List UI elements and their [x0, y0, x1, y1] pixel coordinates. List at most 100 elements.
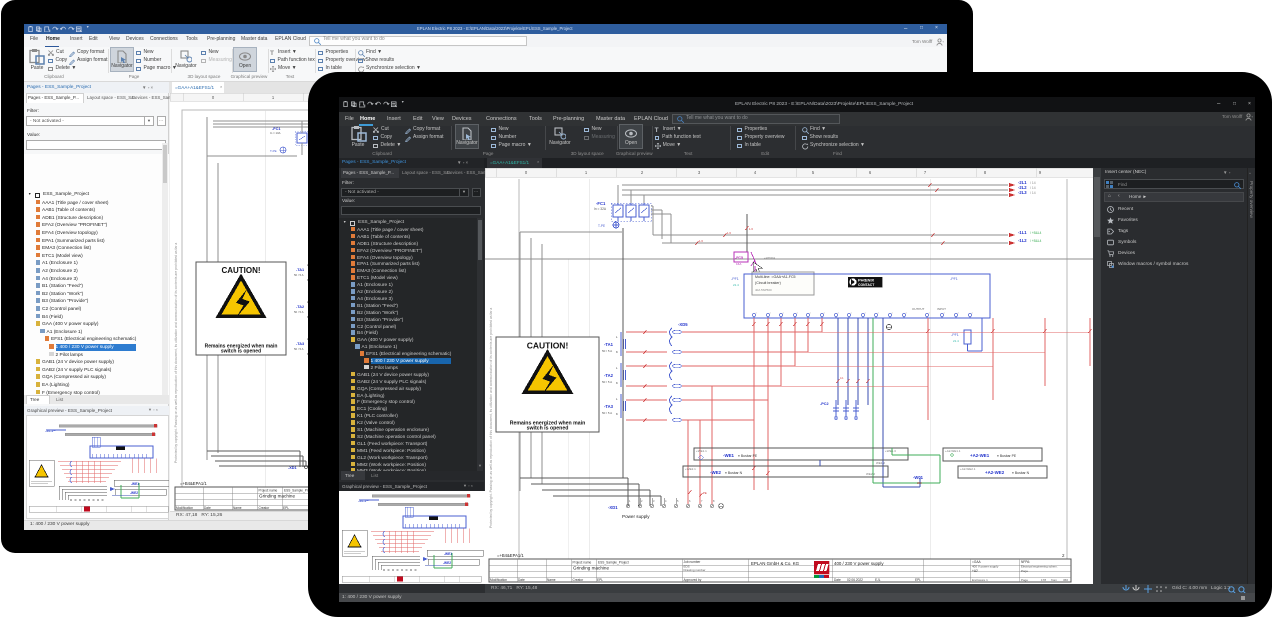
- svg-text:PHŒNIX: PHŒNIX: [858, 278, 875, 283]
- svg-text:Date: Date: [204, 506, 211, 510]
- svg-text:Name: Name: [233, 506, 242, 510]
- svg-text:1: 1: [629, 499, 631, 503]
- svg-text:/ 14: / 14: [1030, 181, 1036, 185]
- svg-text:-XD1: -XD1: [608, 505, 618, 510]
- svg-text:+A2-WE1: +A2-WE1: [970, 453, 990, 458]
- svg-text:1: 1: [958, 313, 960, 315]
- svg-text:40A 5SP500: 40A 5SP500: [755, 288, 772, 292]
- svg-text:Protected by copyright. Passin: Protected by copyright. Passing on as we…: [489, 308, 493, 528]
- svg-text:K: K: [616, 381, 618, 385]
- svg-text:50 / 5 A: 50 / 5 A: [294, 347, 304, 351]
- svg-text:Date: Date: [834, 578, 841, 582]
- svg-text:-WE2: -WE2: [443, 561, 451, 565]
- svg-text:50 / 5 A: 50 / 5 A: [602, 380, 612, 384]
- svg-text:+A2-WE1.1: +A2-WE1.1: [945, 449, 961, 453]
- svg-text:switch is opened: switch is opened: [221, 349, 261, 355]
- svg-text:Name: Name: [547, 578, 556, 582]
- svg-text:Date: Date: [518, 578, 525, 582]
- svg-text:-TA3: -TA3: [604, 404, 614, 409]
- svg-text:1.6: 1.6: [699, 239, 703, 243]
- svg-text:WE1.2: WE1.2: [876, 461, 885, 465]
- svg-text:PE: PE: [703, 491, 707, 495]
- svg-text:≡ Busbar N: ≡ Busbar N: [1012, 471, 1030, 475]
- svg-text:4: 4: [665, 499, 667, 503]
- svg-text:Electrical engineering schem.: Electrical engineering schem.: [1021, 565, 1058, 569]
- svg-text:-FC1: -FC1: [596, 201, 606, 206]
- svg-text:1: 1: [810, 313, 812, 315]
- svg-text:4.1: 4.1: [840, 376, 844, 380]
- svg-text:EPL: EPL: [597, 578, 603, 582]
- svg-text:1: 1: [756, 313, 758, 315]
- svg-text:1: 1: [797, 313, 799, 315]
- svg-text:-FC5: -FC5: [735, 256, 743, 260]
- svg-text:L: L: [616, 397, 618, 401]
- svg-text:=+B4&EPA1/1: =+B4&EPA1/1: [497, 553, 524, 558]
- svg-text:6: 6: [689, 499, 691, 503]
- svg-text:50 / 5 A: 50 / 5 A: [602, 411, 612, 415]
- svg-text:-TA1: -TA1: [604, 342, 614, 347]
- svg-text:1: 1: [892, 313, 894, 315]
- svg-text:/ +B&L4: / +B&L4: [1030, 231, 1042, 235]
- svg-text:1: 1: [906, 313, 908, 315]
- svg-text:EPLAN GmbH & Co. KG: EPLAN GmbH & Co. KG: [751, 561, 800, 566]
- svg-text:1: 1: [851, 313, 853, 315]
- svg-text:K: K: [616, 412, 618, 416]
- svg-text:Job number: Job number: [684, 560, 702, 564]
- svg-text:3: 3: [653, 499, 655, 503]
- svg-text:-WE1: -WE1: [444, 552, 452, 556]
- svg-text:21.4: 21.4: [733, 283, 739, 287]
- svg-text:EJL: EJL: [875, 578, 881, 582]
- svg-text:=GAA: =GAA: [972, 560, 981, 564]
- svg-text:-2L1~: -2L1~: [45, 428, 56, 433]
- svg-text:Grinding machine: Grinding machine: [259, 494, 295, 499]
- svg-text:2: 2: [1062, 553, 1065, 558]
- svg-text:/ 14: / 14: [1030, 186, 1036, 190]
- svg-text:K: K: [616, 350, 618, 354]
- svg-text:from: from: [1051, 578, 1058, 582]
- svg-text:+WD3/4: +WD3/4: [764, 256, 775, 260]
- svg-text:178: 178: [1041, 578, 1046, 582]
- svg-text:/ +B&L4: / +B&L4: [1030, 239, 1042, 243]
- svg-text:Creator: Creator: [259, 506, 271, 510]
- svg-text:Creator: Creator: [573, 578, 585, 582]
- svg-text:In = 32A: In = 32A: [594, 207, 607, 211]
- svg-text:-W01: -W01: [913, 475, 924, 480]
- svg-text:200: 200: [917, 481, 922, 485]
- svg-text:Grinding machine: Grinding machine: [573, 566, 609, 571]
- svg-text:T-PE: T-PE: [598, 224, 605, 228]
- svg-text:Page: Page: [1021, 569, 1028, 573]
- svg-text:+WE1.3: +WE1.3: [885, 449, 896, 453]
- svg-text:EPL: EPL: [915, 578, 921, 582]
- svg-text:L: L: [616, 335, 618, 339]
- svg-text:-XD1: -XD1: [288, 466, 297, 470]
- svg-text:L: L: [616, 366, 618, 370]
- svg-text:switch is opened: switch is opened: [527, 426, 569, 432]
- svg-text:-2L1~: -2L1~: [358, 498, 369, 503]
- svg-text:Project name: Project name: [573, 561, 592, 565]
- svg-text:-1L2: -1L2: [1018, 238, 1027, 243]
- svg-text:≡ Busbar N: ≡ Busbar N: [725, 471, 743, 475]
- svg-text:1: 1: [944, 313, 946, 315]
- svg-text:Approved by: Approved by: [684, 578, 702, 582]
- svg-text:50 / 5 A: 50 / 5 A: [294, 310, 304, 314]
- svg-text:+WE1.1: +WE1.1: [696, 449, 707, 453]
- svg-text:1.6: 1.6: [749, 227, 753, 231]
- svg-text:Project name: Project name: [259, 489, 278, 493]
- svg-text:400 V power supply: 400 V power supply: [972, 565, 999, 569]
- svg-text:-WE2: -WE2: [710, 470, 722, 475]
- svg-text:Power supply: Power supply: [622, 514, 650, 519]
- svg-text:-WE1: -WE1: [723, 453, 735, 458]
- svg-text:ESS_Sample_Project: ESS_Sample_Project: [598, 561, 629, 565]
- svg-text:≡ Busbar PE: ≡ Busbar PE: [997, 454, 1017, 458]
- svg-text:21.4: 21.4: [953, 339, 959, 343]
- svg-text:In = 10A: In = 10A: [270, 131, 281, 135]
- svg-text:1: 1: [783, 313, 785, 315]
- svg-text:Modification: Modification: [490, 578, 507, 582]
- svg-text:+A2-WE2.1: +A2-WE2.1: [960, 467, 976, 471]
- svg-text:NFPA:: NFPA:: [1021, 560, 1030, 564]
- svg-text:INPUT: INPUT: [937, 307, 946, 311]
- svg-text:-PF1: -PF1: [731, 277, 739, 281]
- svg-text:400 / 230 V power supply: 400 / 230 V power supply: [834, 561, 884, 566]
- svg-text:OUTPUT: OUTPUT: [912, 307, 925, 311]
- svg-text:T-PE: T-PE: [270, 149, 277, 153]
